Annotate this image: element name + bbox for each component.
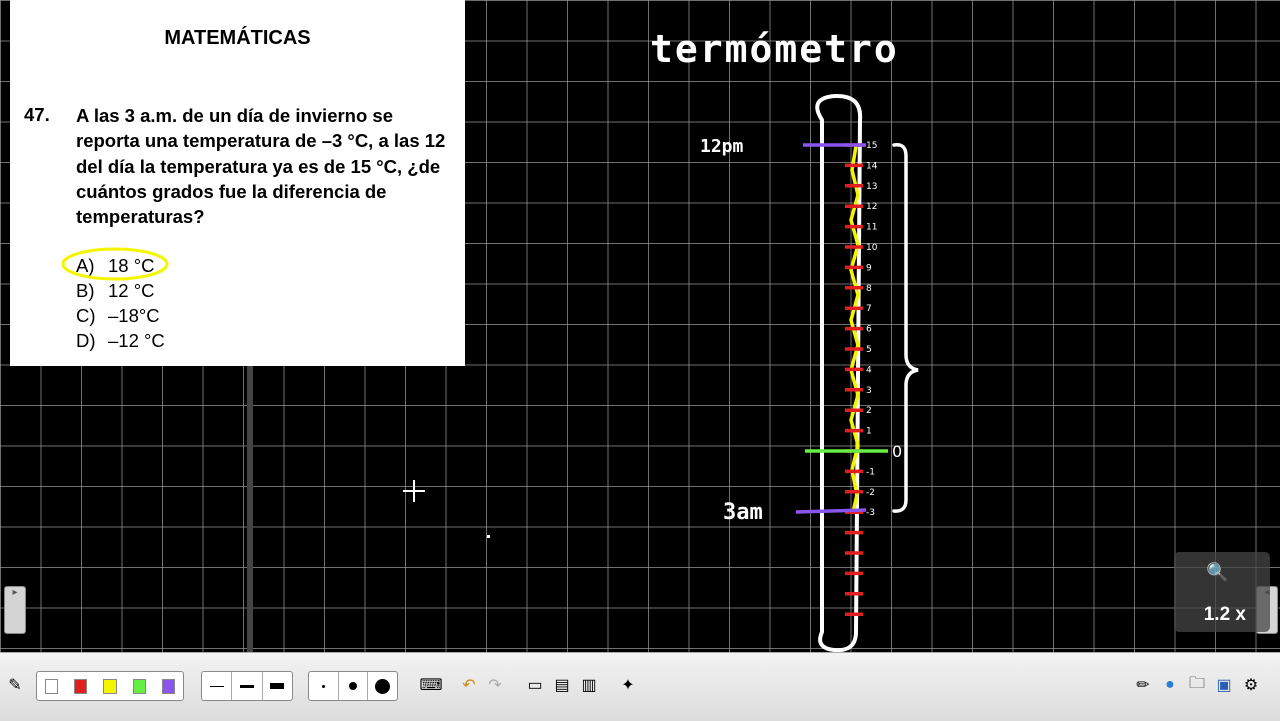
line-3am [795,508,867,514]
scale-label: -3 [866,508,875,518]
line-width-group [201,671,293,701]
crosshair-cursor [403,480,425,502]
dot-large-button[interactable] [368,678,397,694]
pen-color-group [36,671,184,701]
magnifier-icon[interactable]: 🔍 [1206,562,1228,583]
scale-label: 11 [866,223,877,233]
scale-label: 6 [866,325,872,335]
thermometer-scale-labels: 15 14 13 12 11 10 9 8 7 6 5 4 3 2 1 -1 -2 -3 [866,141,878,518]
scale-label: 7 [866,304,872,314]
dot-medium-button[interactable] [339,682,368,690]
folder-icon[interactable]: 🗀 [1186,675,1208,695]
globe-icon[interactable]: ● [1159,675,1181,695]
dot-small-button[interactable] [309,684,338,688]
color-yellow-swatch[interactable] [103,678,117,694]
scale-label: 15 [866,141,877,151]
zoom-level: 1.2 x [1203,604,1246,625]
scale-label: 2 [866,406,872,416]
capture-icon[interactable]: ✦ [617,675,639,695]
line-thin-button[interactable] [202,685,231,687]
color-white-swatch[interactable] [45,678,59,694]
scale-label: 9 [866,263,872,273]
dot-size-group [308,671,398,701]
scale-label: 10 [866,243,878,253]
screen-icon[interactable]: ▣ [1213,675,1235,695]
settings-gear-icon[interactable]: ⚙ [1240,675,1262,695]
scale-label: 13 [866,182,877,192]
pencil-case-icon[interactable]: ✏ [1132,675,1154,695]
scale-label: 4 [866,365,872,375]
bottom-toolbar: ✎ ⌨ ↶ ↷ ▭ ▤ ▥ ✦ ✏ ● 🗀 ▣ ⚙ [0,652,1280,721]
add-page-icon[interactable]: ▭ [524,675,546,695]
answer-highlight-circle [61,247,169,281]
redo-icon[interactable]: ↷ [484,675,506,695]
scale-label: -2 [866,488,875,498]
zoom-panel[interactable]: 🔍 1.2 x [1174,552,1270,632]
scale-label: 5 [866,345,872,355]
keyboard-icon[interactable]: ⌨ [419,675,442,695]
zero-mark: 0 [892,442,902,461]
scale-label: 8 [866,284,872,294]
handwriting-layer: termómetro 15 14 13 12 11 10 9 8 7 6 5 4 3 2 1 -1 -2 -3 1… [61,27,919,652]
left-panel-toggle[interactable]: ▸ [4,586,26,634]
color-red-swatch[interactable] [74,678,88,694]
handwritten-title: termómetro [650,27,899,71]
pen-tool-icon[interactable]: ✎ [4,675,26,695]
scale-label: 14 [866,161,878,171]
ink-dot [487,535,490,538]
next-page-icon[interactable]: ▥ [578,675,600,695]
scale-label: 3 [866,386,872,396]
scale-label: 1 [866,427,872,437]
scale-label: -1 [866,467,875,477]
previous-page-icon[interactable]: ▤ [551,675,573,695]
label-12pm: 12pm [700,136,744,157]
label-3am: 3am [723,500,763,525]
undo-icon[interactable]: ↶ [458,675,480,695]
line-thick-button[interactable] [263,683,292,689]
color-green-swatch[interactable] [132,678,146,694]
scale-label: 12 [866,202,877,212]
color-purple-swatch[interactable] [161,678,176,694]
line-medium-button[interactable] [232,684,261,688]
